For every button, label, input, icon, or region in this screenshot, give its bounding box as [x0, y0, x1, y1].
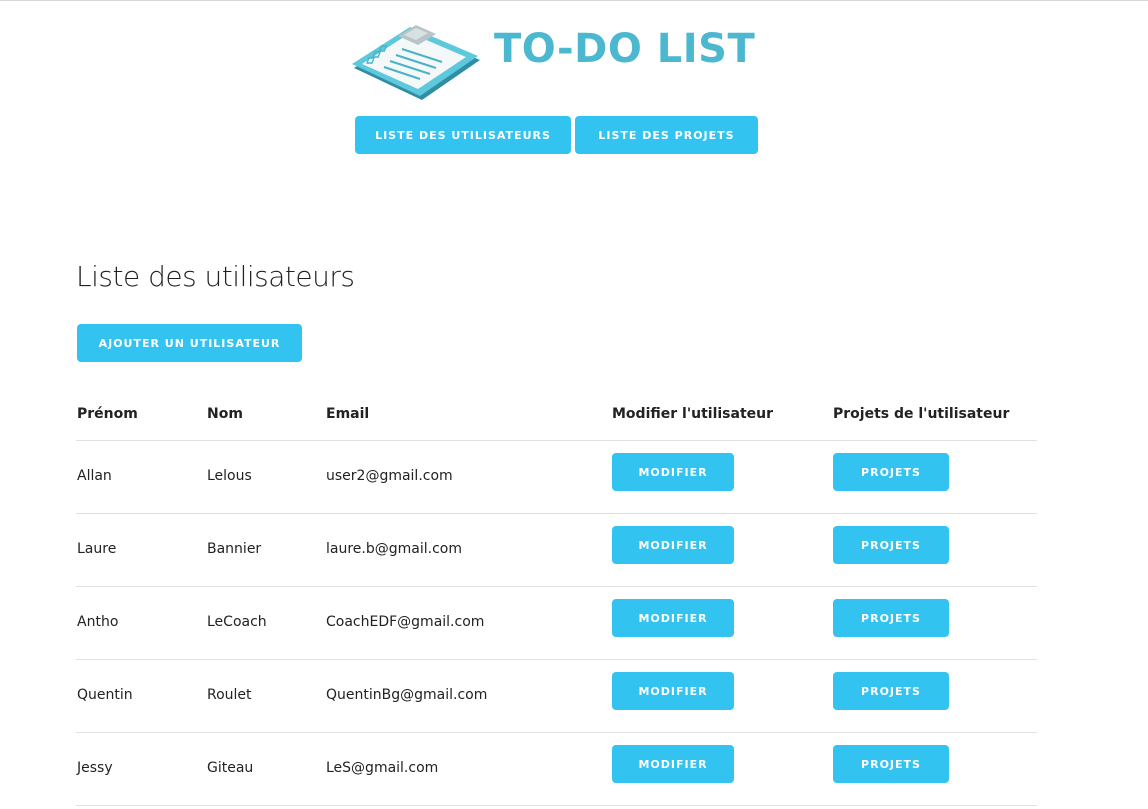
column-header-prenom: Prénom [77, 406, 138, 422]
column-header-projets: Projets de l'utilisateur [833, 406, 1010, 422]
add-user-button[interactable]: AJOUTER UN UTILISATEUR [77, 324, 302, 362]
cell-nom: LeCoach [207, 614, 267, 630]
top-divider [0, 0, 1148, 1]
cell-prenom: Laure [77, 541, 117, 557]
table-row: Quentin Roulet QuentinBg@gmail.com MODIF… [76, 659, 1037, 732]
table-row: Allan Lelous user2@gmail.com MODIFIER PR… [76, 440, 1037, 513]
modify-user-button[interactable]: MODIFIER [612, 453, 734, 491]
clipboard-checklist-icon [352, 25, 480, 100]
cell-email: user2@gmail.com [326, 468, 453, 484]
cell-prenom: Allan [77, 468, 112, 484]
modify-user-button[interactable]: MODIFIER [612, 599, 734, 637]
user-projects-button[interactable]: PROJETS [833, 526, 949, 564]
app-logo[interactable]: TO-DO LIST [350, 22, 760, 106]
logo-title: TO-DO LIST [494, 26, 756, 72]
user-projects-button[interactable]: PROJETS [833, 745, 949, 783]
cell-email: QuentinBg@gmail.com [326, 687, 488, 703]
user-projects-button[interactable]: PROJETS [833, 672, 949, 710]
page-title: Liste des utilisateurs [76, 260, 355, 293]
nav-projects-button[interactable]: LISTE DES PROJETS [575, 116, 758, 154]
cell-nom: Giteau [207, 760, 254, 776]
cell-nom: Lelous [207, 468, 252, 484]
user-projects-button[interactable]: PROJETS [833, 453, 949, 491]
cell-prenom: Jessy [77, 760, 113, 776]
cell-email: CoachEDF@gmail.com [326, 614, 485, 630]
user-projects-button[interactable]: PROJETS [833, 599, 949, 637]
cell-nom: Roulet [207, 687, 252, 703]
table-row: Laure Bannier laure.b@gmail.com MODIFIER… [76, 513, 1037, 586]
cell-nom: Bannier [207, 541, 262, 557]
nav-users-button[interactable]: LISTE DES UTILISATEURS [355, 116, 571, 154]
cell-prenom: Quentin [77, 687, 133, 703]
cell-email: laure.b@gmail.com [326, 541, 462, 557]
table-bottom-divider [76, 805, 1037, 806]
cell-email: LeS@gmail.com [326, 760, 439, 776]
modify-user-button[interactable]: MODIFIER [612, 526, 734, 564]
column-header-nom: Nom [207, 406, 243, 422]
table-row: Antho LeCoach CoachEDF@gmail.com MODIFIE… [76, 586, 1037, 659]
cell-prenom: Antho [77, 614, 119, 630]
column-header-email: Email [326, 406, 370, 422]
column-header-modifier: Modifier l'utilisateur [612, 406, 773, 422]
modify-user-button[interactable]: MODIFIER [612, 745, 734, 783]
table-row: Jessy Giteau LeS@gmail.com MODIFIER PROJ… [76, 732, 1037, 805]
modify-user-button[interactable]: MODIFIER [612, 672, 734, 710]
